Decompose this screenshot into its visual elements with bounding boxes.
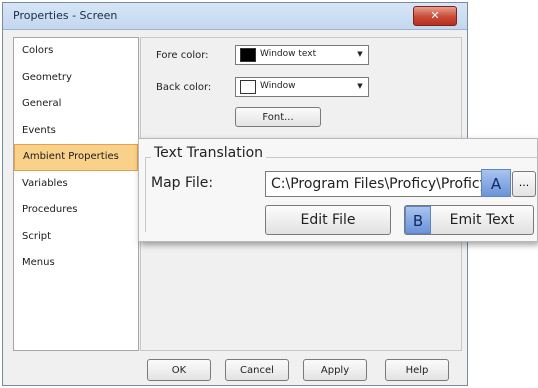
category-item-geometry[interactable]: Geometry — [14, 65, 138, 92]
map-file-value: C:\Program Files\Proficy\Proficy — [271, 176, 488, 192]
category-item-procedures[interactable]: Procedures — [14, 197, 138, 224]
fore-color-label: Fore color: — [156, 50, 209, 61]
category-item-variables[interactable]: Variables — [14, 171, 138, 198]
category-item-ambient-properties[interactable]: Ambient Properties — [14, 144, 138, 171]
apply-button[interactable]: Apply — [303, 359, 367, 381]
close-icon: ✕ — [430, 9, 440, 22]
help-button[interactable]: Help — [385, 359, 449, 381]
edit-file-button[interactable]: Edit File — [265, 205, 391, 235]
fore-color-value: Window text — [260, 49, 317, 59]
category-item-menus[interactable]: Menus — [14, 250, 138, 277]
text-translation-zoom-panel: Text Translation Map File: C:\Program Fi… — [138, 138, 538, 242]
close-button[interactable]: ✕ — [413, 6, 457, 26]
category-item-colors[interactable]: Colors — [14, 38, 138, 65]
back-color-value: Window — [260, 81, 296, 91]
chevron-down-icon[interactable]: ▼ — [354, 48, 366, 61]
group-title: Text Translation — [151, 145, 267, 161]
title-bar: Properties - Screen ✕ — [3, 3, 467, 30]
callout-marker-b: B — [405, 206, 431, 234]
category-list: Colors Geometry General Events Ambient P… — [13, 37, 139, 351]
cancel-button[interactable]: Cancel — [225, 359, 289, 381]
map-file-label: Map File: — [151, 175, 214, 191]
back-color-dropdown[interactable]: Window ▼ — [235, 77, 369, 97]
window-title: Properties - Screen — [13, 9, 118, 22]
category-item-events[interactable]: Events — [14, 118, 138, 145]
category-item-general[interactable]: General — [14, 91, 138, 118]
fore-color-dropdown[interactable]: Window text ▼ — [235, 45, 369, 65]
category-item-script[interactable]: Script — [14, 224, 138, 251]
callout-marker-a: A — [481, 169, 511, 197]
back-color-swatch — [240, 80, 256, 94]
browse-button[interactable]: ... — [512, 171, 536, 197]
back-color-label: Back color: — [156, 82, 212, 93]
map-file-input[interactable]: C:\Program Files\Proficy\Proficy — [265, 171, 501, 197]
chevron-down-icon[interactable]: ▼ — [354, 80, 366, 93]
font-button[interactable]: Font... — [235, 107, 321, 127]
ok-button[interactable]: OK — [147, 359, 211, 381]
fore-color-swatch — [240, 48, 256, 62]
